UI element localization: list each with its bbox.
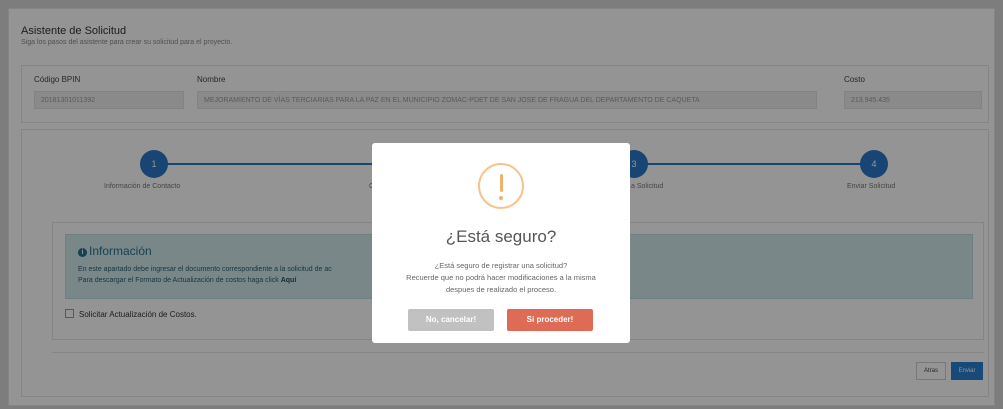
confirm-button[interactable]: Si proceder! <box>507 309 593 331</box>
dialog-text-line-1: ¿Está seguro de registrar una solicitud? <box>434 261 568 270</box>
confirm-dialog: ¿Está seguro? ¿Está seguro de registrar … <box>372 143 630 343</box>
dialog-text-line-2: Recuerde que no podrá hacer modificacion… <box>406 273 596 282</box>
cancel-button[interactable]: No, cancelar! <box>408 309 494 331</box>
dialog-title: ¿Está seguro? <box>445 227 557 246</box>
dialog-text-line-3: despues de realizado el proceso. <box>445 285 557 294</box>
warning-icon <box>478 163 524 209</box>
